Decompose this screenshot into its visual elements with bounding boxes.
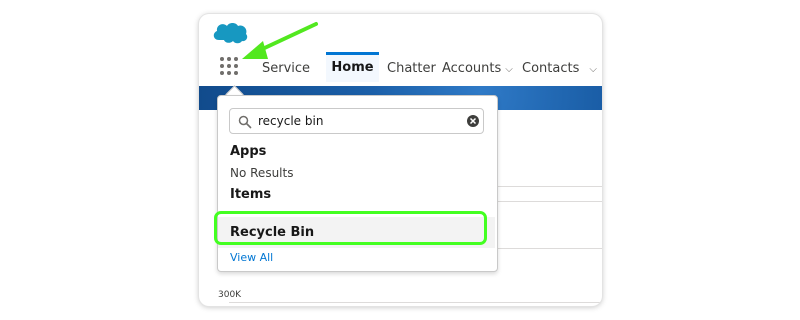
tab-contacts-label: Contacts xyxy=(522,61,580,76)
app-launcher-dropdown: Apps No Results Items Recycle Bin View A… xyxy=(217,95,498,272)
view-all-link[interactable]: View All xyxy=(230,251,273,264)
salesforce-logo xyxy=(213,23,248,44)
apps-heading: Apps xyxy=(230,144,267,159)
search-field[interactable] xyxy=(229,108,484,134)
chart-axis-label: 300K xyxy=(218,290,242,300)
divider xyxy=(496,248,602,249)
chart-gridline xyxy=(229,302,602,303)
search-input[interactable] xyxy=(258,113,458,129)
tab-home[interactable]: Home xyxy=(326,52,379,82)
chevron-down-icon[interactable]: ⌵ xyxy=(505,64,513,75)
app-name: Service xyxy=(262,61,311,76)
app-launcher-grid-icon[interactable] xyxy=(220,57,240,77)
tab-chatter-label: Chatter xyxy=(387,61,436,76)
tab-contacts[interactable]: Contacts ⌵ xyxy=(522,61,597,76)
tab-accounts[interactable]: Accounts ⌵ xyxy=(442,61,513,76)
divider xyxy=(496,186,602,187)
tab-accounts-label: Accounts xyxy=(442,61,502,76)
apps-no-results: No Results xyxy=(230,166,294,180)
tab-home-label: Home xyxy=(331,60,374,75)
clear-icon[interactable] xyxy=(466,114,480,128)
search-icon xyxy=(238,115,252,129)
items-heading: Items xyxy=(230,187,272,202)
highlight-box xyxy=(214,211,487,245)
tab-chatter[interactable]: Chatter xyxy=(387,61,436,76)
chevron-down-icon[interactable]: ⌵ xyxy=(589,64,597,75)
divider xyxy=(496,201,602,202)
